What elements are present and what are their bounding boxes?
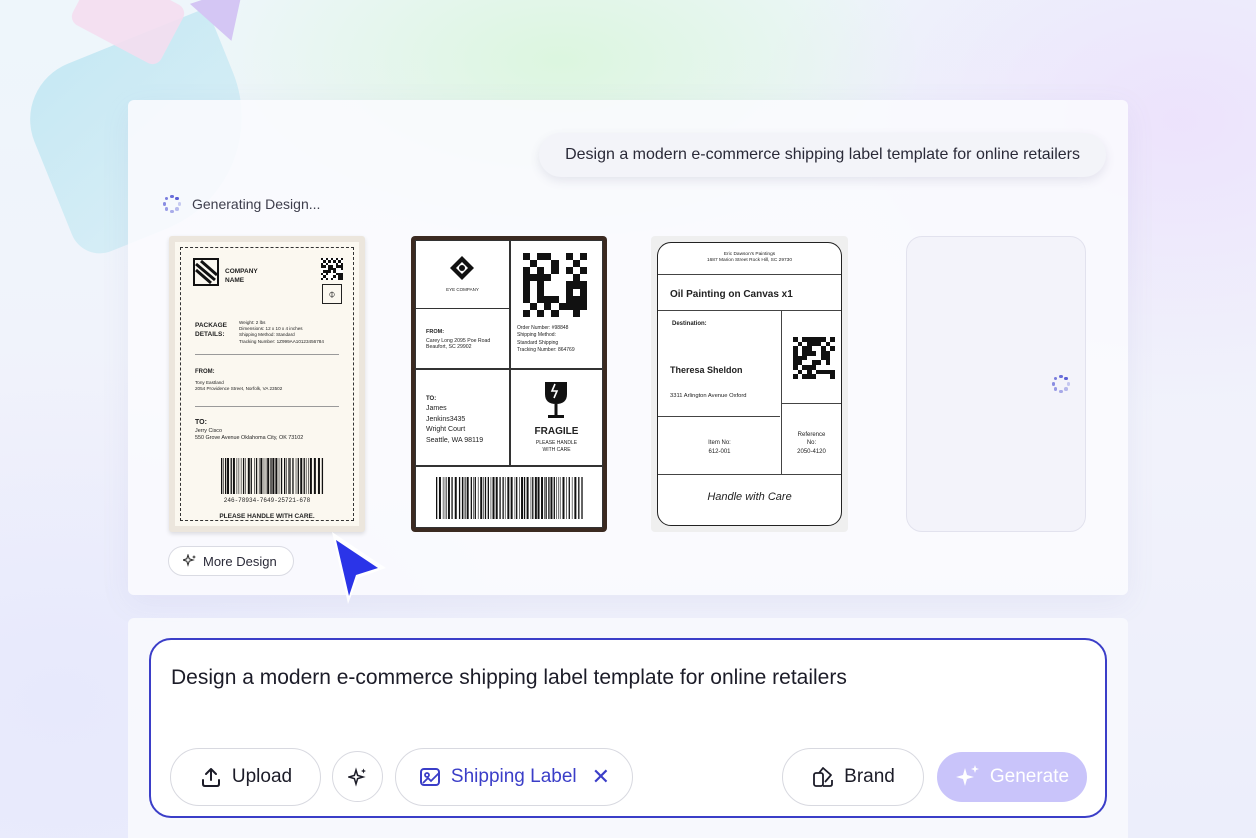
generate-label: Generate: [989, 766, 1070, 787]
upload-icon: [201, 768, 220, 787]
from-address: Tony Eastland 2054 Providence Street, No…: [195, 380, 283, 392]
company-name: EYE COMPANY: [446, 287, 479, 292]
item-number: Item No: 612-001: [708, 440, 731, 455]
sparkle-icon: [955, 765, 979, 786]
user-prompt-chip: Design a modern e-commerce shipping labe…: [539, 133, 1106, 177]
to-address: James Jenkins3435 Wright Court Seattle, …: [426, 405, 484, 444]
destination-heading: Destination:: [672, 321, 707, 327]
divider: [781, 403, 841, 404]
design-card-1[interactable]: COMPANY NAME ⌽ PACKAGE DETAILS: Weight: …: [169, 236, 365, 532]
more-design-button[interactable]: More Design: [168, 546, 294, 576]
to-address: Jerry Cisco 550 Grove Avenue Oklahoma Ci…: [195, 428, 304, 442]
upload-label: Upload: [231, 766, 293, 787]
close-icon[interactable]: ✕: [592, 764, 610, 790]
prompt-input[interactable]: Design a modern e-commerce shipping labe…: [149, 638, 1107, 818]
design-card-loading: [906, 236, 1086, 532]
package-details-heading: PACKAGE DETAILS:: [195, 322, 228, 338]
design-card-2[interactable]: EYE COMPANY FROM: Carey Long 2095 Poe Ro…: [411, 236, 607, 532]
company-logo-icon: [193, 258, 219, 286]
divider: [416, 308, 509, 309]
barcode-icon: [436, 477, 583, 519]
fragile-subtext: PLEASE HANDLE WITH CARE: [535, 440, 578, 453]
more-design-label: More Design: [203, 553, 277, 569]
divider: [658, 474, 841, 475]
divider: [195, 406, 339, 407]
handle-with-care-text: PLEASE HANDLE WITH CARE.: [219, 513, 315, 520]
shipping-label-chip[interactable]: Shipping Label ✕: [395, 748, 633, 806]
prompt-input-text[interactable]: Design a modern e-commerce shipping labe…: [171, 666, 847, 690]
from-heading: FROM:: [195, 369, 215, 375]
magic-enhance-button[interactable]: [332, 751, 383, 802]
shipping-label-preview-3: Eric Dawson's Paintings 1687 Marion Stre…: [657, 242, 842, 526]
label-to-cell: TO: James Jenkins3435 Wright Court Seatt…: [415, 369, 510, 466]
to-heading: TO:: [426, 396, 437, 402]
label-fragile-cell: FRAGILE PLEASE HANDLE WITH CARE: [510, 369, 603, 466]
from-address: Carey Long 2095 Poe Road Beaufort, SC 29…: [426, 338, 491, 350]
barcode-icon: [221, 458, 324, 494]
qr-code-icon: [793, 337, 835, 379]
brand-label: Brand: [844, 766, 895, 787]
barcode-number: 246-78934-7649-25721-678: [223, 497, 311, 504]
package-details: Weight: 2 lbs Dimensions: 12 x 10 x 4 in…: [239, 320, 324, 344]
shipping-label-preview-2: EYE COMPANY FROM: Carey Long 2095 Poe Ro…: [415, 240, 603, 528]
order-details: Order Number: #98848 Shipping Method: St…: [517, 325, 575, 353]
handle-with-care-text: Handle with Care: [707, 491, 792, 503]
brand-button[interactable]: Brand: [782, 748, 924, 806]
label-barcode-cell: [415, 466, 603, 528]
loading-spinner-icon: [1051, 374, 1071, 394]
shipping-label-preview-1: COMPANY NAME ⌽ PACKAGE DETAILS: Weight: …: [175, 242, 359, 526]
image-edit-icon: [419, 768, 440, 786]
shipping-label-text: Shipping Label: [450, 766, 577, 787]
generate-button[interactable]: Generate: [937, 752, 1087, 802]
divider: [658, 310, 841, 311]
fragile-glass-icon: [545, 382, 567, 418]
loading-spinner-icon: [162, 194, 182, 214]
eye-company-logo-icon: [450, 256, 474, 280]
results-panel: Design a modern e-commerce shipping labe…: [128, 100, 1128, 595]
divider: [195, 354, 339, 355]
to-heading: TO:: [195, 419, 207, 426]
sparkle-icon: [183, 554, 196, 567]
generating-status: Generating Design...: [162, 194, 320, 214]
brand-kit-icon: [813, 767, 834, 787]
qr-code-icon: [321, 258, 343, 280]
recipient-address: 3311 Arlington Avenue Oxford: [670, 393, 747, 399]
item-title: Oil Painting on Canvas x1: [670, 289, 793, 300]
company-name: COMPANY NAME: [225, 268, 258, 284]
design-card-3[interactable]: Eric Dawson's Paintings 1687 Marion Stre…: [651, 236, 848, 532]
fragile-text: FRAGILE: [534, 426, 579, 437]
label-qr-cell: Order Number: #98848 Shipping Method: St…: [510, 240, 603, 369]
divider: [658, 274, 841, 275]
label-company-cell: EYE COMPANY FROM: Carey Long 2095 Poe Ro…: [415, 240, 510, 369]
from-heading: FROM:: [426, 329, 445, 335]
divider: [658, 416, 780, 417]
sparkle-icon: [347, 766, 366, 787]
qr-code-icon: [523, 253, 587, 317]
fragile-glass-icon: ⌽: [322, 284, 342, 304]
generating-status-text: Generating Design...: [192, 196, 321, 212]
prompt-panel: Design a modern e-commerce shipping labe…: [128, 618, 1128, 838]
recipient-name: Theresa Sheldon: [670, 365, 743, 375]
pointer-cursor-icon: [332, 532, 386, 604]
upload-button[interactable]: Upload: [170, 748, 321, 806]
reference-number: Reference No: 2050-4120: [797, 432, 826, 455]
sender-address: Eric Dawson's Paintings 1687 Marion Stre…: [706, 252, 793, 264]
